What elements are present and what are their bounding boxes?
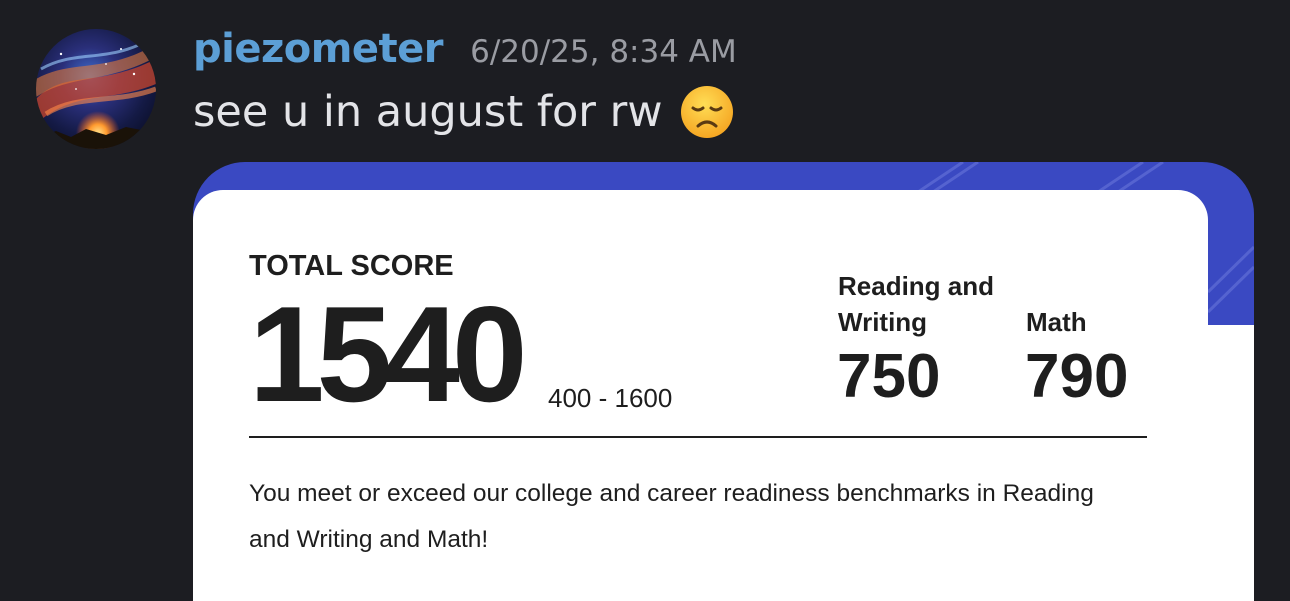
chat-message: piezometer 6/20/25, 8:34 AM see u in aug… [0, 0, 1290, 601]
message-header: piezometer 6/20/25, 8:34 AM [193, 26, 737, 72]
disappointed-face-icon [679, 84, 735, 140]
message-body: see u in august for rw [193, 87, 663, 137]
reading-writing-score: 750 [837, 342, 941, 411]
avatar-galaxy-image [36, 29, 156, 149]
math-label: Math [1026, 307, 1087, 337]
user-avatar[interactable] [36, 29, 156, 149]
score-report-card[interactable]: TOTAL SCORE 1540 400 - 1600 Reading and … [193, 190, 1208, 601]
username[interactable]: piezometer [193, 26, 444, 72]
math-score: 790 [1025, 342, 1129, 411]
total-score-value: 1540 [249, 278, 528, 430]
reading-writing-label: Reading and Writing [838, 271, 995, 337]
message-timestamp: 6/20/25, 8:34 AM [470, 34, 737, 70]
score-range: 400 - 1600 [548, 383, 673, 413]
score-image-edge [1208, 325, 1254, 601]
benchmark-message: You meet or exceed our college and caree… [249, 480, 1094, 553]
divider [249, 436, 1147, 438]
message-text: see u in august for rw [193, 84, 735, 140]
